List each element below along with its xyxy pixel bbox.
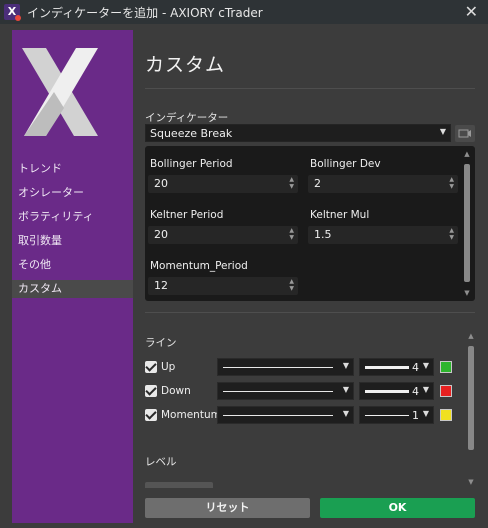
param-value: 12 (154, 279, 168, 292)
sidebar-item-other[interactable]: その他 (12, 256, 133, 274)
line-color-swatch-up[interactable] (440, 361, 452, 373)
title-bar: X インディケーターを追加 - AXIORY cTrader ✕ (0, 0, 488, 24)
param-value: 20 (154, 228, 168, 241)
indicator-select[interactable]: Squeeze Break ▼ (145, 124, 451, 142)
param-label-momentum-period: Momentum_Period (150, 260, 248, 272)
window-title: インディケーターを追加 - AXIORY cTrader (27, 6, 263, 20)
param-input-momentum-period[interactable]: 12 ▲ ▼ (148, 277, 298, 295)
line-color-swatch-momentum[interactable] (440, 409, 452, 421)
scroll-down-icon[interactable]: ▼ (467, 478, 475, 486)
param-label-bollinger-period: Bollinger Period (150, 158, 233, 170)
axiory-logo (22, 48, 98, 136)
close-icon[interactable]: ✕ (465, 2, 478, 21)
line-style-select-momentum[interactable]: ▼ (217, 406, 354, 424)
param-label-keltner-mul: Keltner Mul (310, 209, 370, 221)
line-color-swatch-down[interactable] (440, 385, 452, 397)
divider (145, 312, 475, 313)
chevron-down-icon: ▼ (342, 409, 349, 418)
app-icon: X (4, 4, 21, 21)
chevron-down-icon: ▼ (342, 361, 349, 370)
indicator-select-value: Squeeze Break (150, 127, 233, 140)
param-value: 20 (154, 177, 168, 190)
chevron-down-icon: ▼ (342, 385, 349, 394)
lines-section-label: ライン (145, 337, 177, 349)
spinner-icon[interactable]: ▲ ▼ (449, 176, 454, 190)
level-row-partial (145, 482, 213, 488)
param-label-bollinger-dev: Bollinger Dev (310, 158, 381, 170)
scroll-down-icon[interactable]: ▼ (463, 289, 471, 297)
param-label-keltner-period: Keltner Period (150, 209, 224, 221)
line-style-select-up[interactable]: ▼ (217, 358, 354, 376)
line-width-select-momentum[interactable]: 1 ▼ (359, 406, 434, 424)
indicator-label: インディケーター (145, 112, 229, 124)
line-checkbox-up[interactable] (145, 361, 157, 373)
chevron-down-icon: ▼ (422, 385, 429, 394)
scroll-thumb[interactable] (468, 346, 474, 450)
category-sidebar: トレンド オシレーター ボラティリティ 取引数量 その他 カスタム (12, 30, 133, 523)
parameters-panel: Bollinger Period 20 ▲ ▼ Bollinger Dev 2 ▲… (145, 146, 475, 301)
line-checkbox-momentum[interactable] (145, 409, 157, 421)
reset-button[interactable]: リセット (145, 498, 310, 518)
camera-button[interactable] (455, 125, 475, 142)
spinner-icon[interactable]: ▲ ▼ (289, 227, 294, 241)
param-value: 1.5 (314, 228, 332, 241)
line-width-select-up[interactable]: 4 ▼ (359, 358, 434, 376)
param-value: 2 (314, 177, 321, 190)
line-row-down: Down ▼ 4 ▼ (145, 382, 475, 400)
line-label-momentum: Momentum (161, 409, 221, 421)
param-input-keltner-mul[interactable]: 1.5 ▲ ▼ (308, 226, 458, 244)
divider (145, 88, 475, 89)
param-input-keltner-period[interactable]: 20 ▲ ▼ (148, 226, 298, 244)
scroll-up-icon[interactable]: ▲ (467, 332, 475, 340)
sidebar-item-oscillator[interactable]: オシレーター (12, 184, 133, 202)
param-input-bollinger-dev[interactable]: 2 ▲ ▼ (308, 175, 458, 193)
sidebar-item-volatility[interactable]: ボラティリティ (12, 208, 133, 226)
line-label-up: Up (161, 361, 176, 373)
sidebar-item-trend[interactable]: トレンド (12, 160, 133, 178)
spinner-icon[interactable]: ▲ ▼ (449, 227, 454, 241)
line-width-value: 1 (412, 409, 419, 422)
line-width-value: 4 (412, 385, 419, 398)
scroll-up-icon[interactable]: ▲ (463, 150, 471, 158)
chevron-down-icon: ▼ (439, 127, 446, 136)
line-row-momentum: Momentum ▼ 1 ▼ (145, 406, 475, 424)
param-input-bollinger-period[interactable]: 20 ▲ ▼ (148, 175, 298, 193)
line-style-select-down[interactable]: ▼ (217, 382, 354, 400)
line-row-up: Up ▼ 4 ▼ (145, 358, 475, 376)
chevron-down-icon: ▼ (422, 361, 429, 370)
line-width-value: 4 (412, 361, 419, 374)
chevron-down-icon: ▼ (422, 409, 429, 418)
main-panel: カスタム インディケーター Squeeze Break ▼ Bollinger … (133, 30, 483, 523)
parameters-scrollbar[interactable]: ▲ ▼ (463, 150, 471, 297)
page-title: カスタム (145, 54, 226, 76)
line-checkbox-down[interactable] (145, 385, 157, 397)
spinner-icon[interactable]: ▲ ▼ (289, 176, 294, 190)
spinner-icon[interactable]: ▲ ▼ (289, 278, 294, 292)
ok-button[interactable]: OK (320, 498, 475, 518)
sidebar-item-custom[interactable]: カスタム (12, 280, 133, 298)
camera-icon (458, 129, 471, 138)
lines-scrollbar[interactable]: ▲ ▼ (467, 332, 475, 488)
scroll-thumb[interactable] (464, 164, 470, 282)
line-label-down: Down (161, 385, 191, 397)
line-width-select-down[interactable]: 4 ▼ (359, 382, 434, 400)
levels-section-label: レベル (145, 456, 177, 468)
sidebar-item-volume[interactable]: 取引数量 (12, 232, 133, 250)
